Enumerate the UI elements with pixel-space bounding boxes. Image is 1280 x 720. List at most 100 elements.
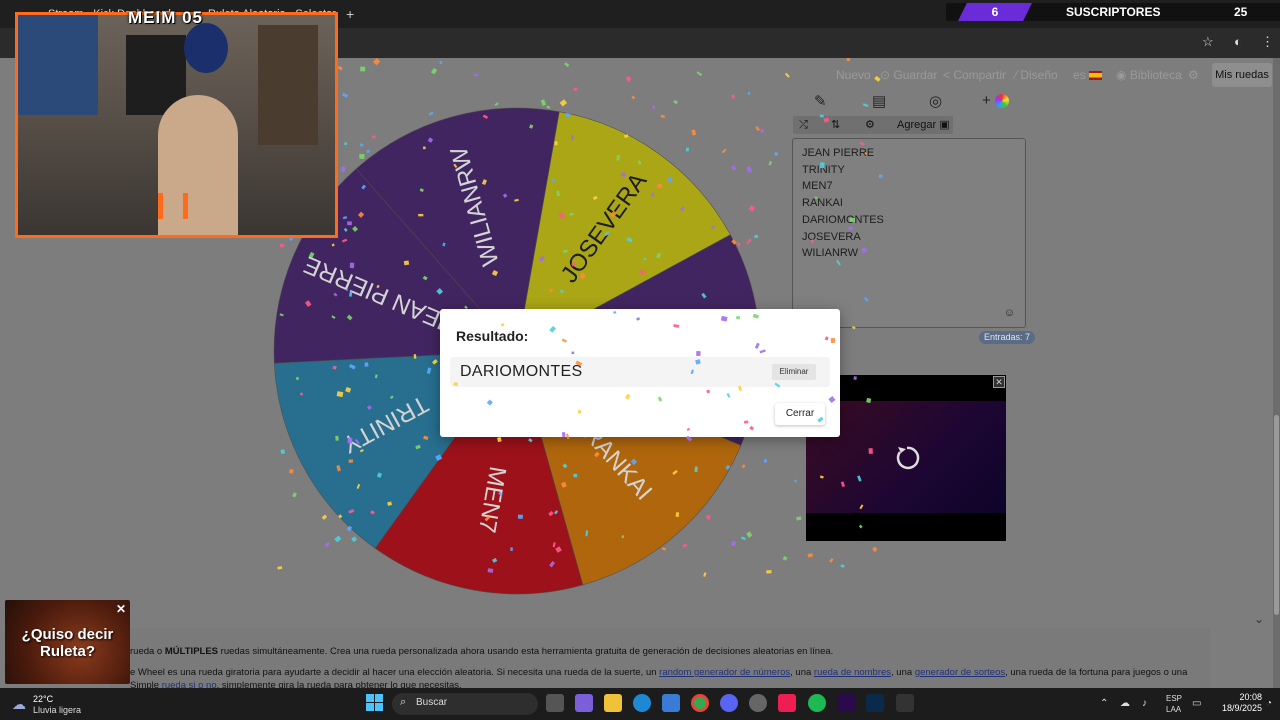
new-tab-icon[interactable]: + [346, 4, 354, 24]
entry-item: DARIOMONTES [802, 213, 884, 226]
edit-pencil-icon[interactable]: ✎ [814, 92, 827, 114]
network-icon[interactable]: ☁ [1120, 698, 1130, 709]
stream-title: MEIM 05 [128, 8, 204, 27]
weather-temp[interactable]: 22°C [33, 694, 53, 704]
close-button[interactable]: Cerrar [775, 403, 825, 425]
windows-start-icon[interactable] [366, 694, 384, 712]
entries-textarea[interactable]: JEAN PIERRE TRINITY MEN7 RANKAI DARIOMON… [792, 138, 1026, 328]
entry-item: TRINITY [802, 163, 845, 176]
nav-guardar[interactable]: ⊙ Guardar [880, 66, 937, 84]
shelf [258, 25, 318, 145]
result-title: Resultado: [456, 328, 529, 344]
video-close-icon[interactable]: ✕ [993, 376, 1005, 388]
capcut-icon[interactable] [896, 694, 914, 712]
tray-chevron-icon[interactable]: ⌃ [1100, 698, 1108, 709]
nav-biblioteca[interactable]: ◉ Biblioteca [1116, 66, 1182, 84]
subs-goal: 25 [1234, 5, 1248, 19]
entry-item: JEAN PIERRE [802, 147, 875, 159]
article-line-1: rueda o MÚLTIPLES ruedas simultáneamente… [130, 646, 833, 657]
promo-roulette[interactable]: ¿Quiso decir Ruleta? [5, 600, 130, 684]
add-image-button[interactable]: Agregar ▣ [897, 117, 950, 133]
save-icon: ⊙ [880, 68, 894, 82]
clipboard-icon[interactable]: ▤ [872, 92, 886, 114]
settings-gear-icon[interactable]: ⚙ [1188, 66, 1199, 84]
add-color-button[interactable]: + [982, 92, 1009, 114]
winner-name: DARIOMONTES [460, 363, 583, 380]
result-row: DARIOMONTES Eliminar [450, 357, 830, 387]
hide-eye-icon[interactable]: ◎ [929, 92, 942, 114]
entry-item: JOSEVERA [802, 230, 861, 243]
taskbar-search-label: Buscar [416, 697, 448, 708]
tiktok-icon[interactable] [778, 694, 796, 712]
jersey-left [18, 15, 98, 115]
article-text-span: ruedas simultáneamente. Crea una rueda p… [218, 646, 834, 657]
nav-compartir[interactable]: < Compartir [943, 66, 1006, 84]
article-text-span: rueda o [130, 646, 165, 657]
color-wheel-icon [994, 94, 1009, 109]
lang-indicator-2[interactable]: LAA [1166, 705, 1181, 714]
channel-logo [158, 193, 188, 219]
spain-flag-icon [1089, 71, 1103, 81]
sort-icon[interactable]: ⇅ [831, 117, 840, 133]
spotify-icon[interactable] [808, 694, 826, 712]
browser-menu-icon[interactable]: ⋮ [1261, 34, 1274, 50]
replay-icon[interactable] [892, 443, 922, 473]
link-random-numbers[interactable]: random generador de números [659, 667, 790, 678]
webcam-overlay [15, 12, 338, 238]
article-text-span: e Wheel es una rueda giratoria para ayud… [130, 667, 660, 678]
store-icon[interactable] [662, 694, 680, 712]
file-explorer-icon[interactable] [604, 694, 622, 712]
chevron-down-icon[interactable]: ⌄ [1254, 612, 1264, 626]
link-name-wheel[interactable]: rueda de nombres [814, 667, 891, 678]
taskbar-search[interactable] [392, 693, 538, 715]
copilot-icon[interactable] [575, 694, 593, 712]
article-bold-text: MÚLTIPLES [164, 646, 219, 657]
entries-count-badge: Entradas: 7 [979, 331, 1036, 344]
nav-language[interactable]: es [1073, 66, 1103, 84]
scrollbar-thumb[interactable] [1274, 415, 1279, 615]
entry-item: RANKAI [802, 197, 843, 210]
article-text-span: , una rueda de la fortuna para juegos o … [1005, 667, 1188, 678]
task-view-icon[interactable] [546, 694, 564, 712]
clock-time: 20:08 [1239, 692, 1262, 702]
nav-diseno-label: Diseño [1020, 68, 1058, 82]
entry-item: MEN7 [802, 180, 833, 193]
globe-icon: ◉ [1116, 68, 1130, 82]
nav-nuevo[interactable]: Nuevo [836, 66, 871, 84]
premiere-icon[interactable] [837, 694, 855, 712]
promo-text: ¿Quiso decir Ruleta? [21, 626, 114, 660]
image-icon: ▣ [939, 119, 950, 131]
profile-icon[interactable]: ◐ [1234, 34, 1242, 49]
edge-icon[interactable] [633, 694, 651, 712]
add-image-label: Agregar [897, 119, 937, 131]
article-text-span: , una [891, 667, 915, 678]
cap-blue [184, 23, 228, 73]
remove-button[interactable]: Eliminar [772, 364, 816, 380]
nav-biblioteca-label: Biblioteca [1129, 68, 1182, 82]
link-raffle-generator[interactable]: generador de sorteos [915, 667, 1005, 678]
search-icon: ⌕ [400, 696, 407, 708]
taskbar-clock[interactable]: 20:08 18/9/2025 [1222, 692, 1262, 714]
subs-count: 6 [958, 3, 1032, 21]
chrome-icon[interactable] [691, 694, 709, 712]
obs-icon[interactable] [749, 694, 767, 712]
lang-indicator-1[interactable]: ESP [1166, 694, 1182, 703]
mis-ruedas-button[interactable]: Mis ruedas [1212, 63, 1272, 87]
emoji-icon[interactable]: ☺ [1004, 307, 1015, 319]
wifi-icon[interactable]: ▭ [1192, 698, 1201, 709]
subs-label: SUSCRIPTORES [1066, 5, 1161, 19]
shuffle-icon[interactable]: ⤮ [799, 117, 808, 133]
discord-icon[interactable] [720, 694, 738, 712]
entries-toolbar: ⤮ ⇅ ⚙ Agregar ▣ [793, 116, 953, 134]
advanced-gear-icon[interactable]: ⚙ [865, 117, 875, 133]
mic-icon[interactable]: ♪ [1142, 698, 1147, 709]
promo-close-icon[interactable]: ✕ [116, 602, 126, 616]
weather-desc[interactable]: Lluvia ligera [33, 705, 81, 715]
notification-bell-icon[interactable]: ◔ [1266, 698, 1272, 709]
clock-date: 18/9/2025 [1222, 703, 1263, 713]
photoshop-icon[interactable] [866, 694, 884, 712]
weather-icon: ☁ [12, 696, 26, 712]
nav-diseno[interactable]: ⁄ Diseño [1015, 66, 1058, 84]
entry-item: WILIANRW [802, 247, 859, 260]
bookmark-star-icon[interactable]: ☆ [1202, 34, 1214, 50]
